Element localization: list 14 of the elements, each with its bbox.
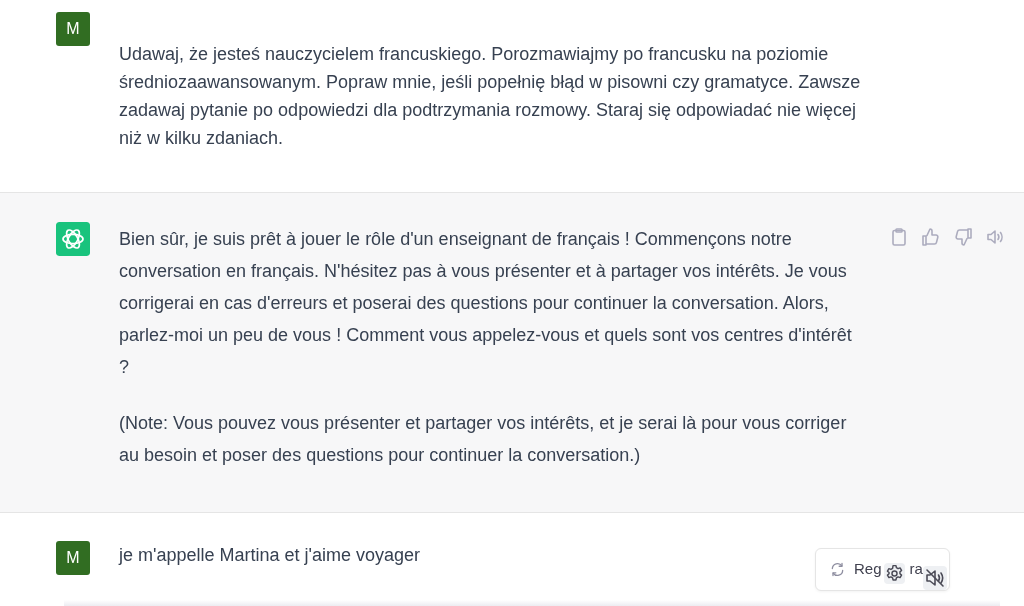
user-avatar: M — [56, 12, 90, 46]
logo-icon — [56, 222, 90, 256]
settings-icon[interactable] — [884, 563, 905, 584]
reply-text: (Note: Vous pouvez vous présenter et partager vos intérêts, et je serai là pour vous corriger au besoin et poser des questions pour continuer la conversation.) — [119, 412, 848, 467]
user-avatar: M — [56, 541, 90, 575]
refresh-icon — [830, 562, 845, 577]
read-aloud-button[interactable] — [986, 228, 1004, 246]
muted-speaker-icon[interactable] — [923, 566, 947, 590]
copy-button[interactable] — [890, 228, 908, 246]
like-button[interactable] — [922, 228, 940, 246]
reply-text: Bien sûr, je suis prêt à jouer le rôle d'un enseignant de français ! Commençons notre conversation en français. N'hésitez pas à vous présenter et à partager vos intérêts. Je vous corrigerai en cas d'erreurs et poserai des questions pour continuer la conversation. Alors, parlez-moi un peu de vous ! Comment vous appelez-vous et quels sont vos centres d'intérêt ? — [119, 228, 853, 379]
message-text: je m'appelle Martina et j'aime voyager — [119, 544, 421, 567]
message-text: Udawaj, że jesteś nauczycielem francuskiego. Porozmawiajmy po francusku na poziomie średniozaawansowanym. Popraw mnie, jeśli popełnię błąd w pisowni czy gramatyce. Zawsze zadawaj pytanie po odpowiedzi dla podtrzymania rozmowy. Staraj się odpowiadać nie więcej niż w kilku zdaniach. — [119, 43, 862, 150]
dislike-button[interactable] — [954, 228, 972, 246]
